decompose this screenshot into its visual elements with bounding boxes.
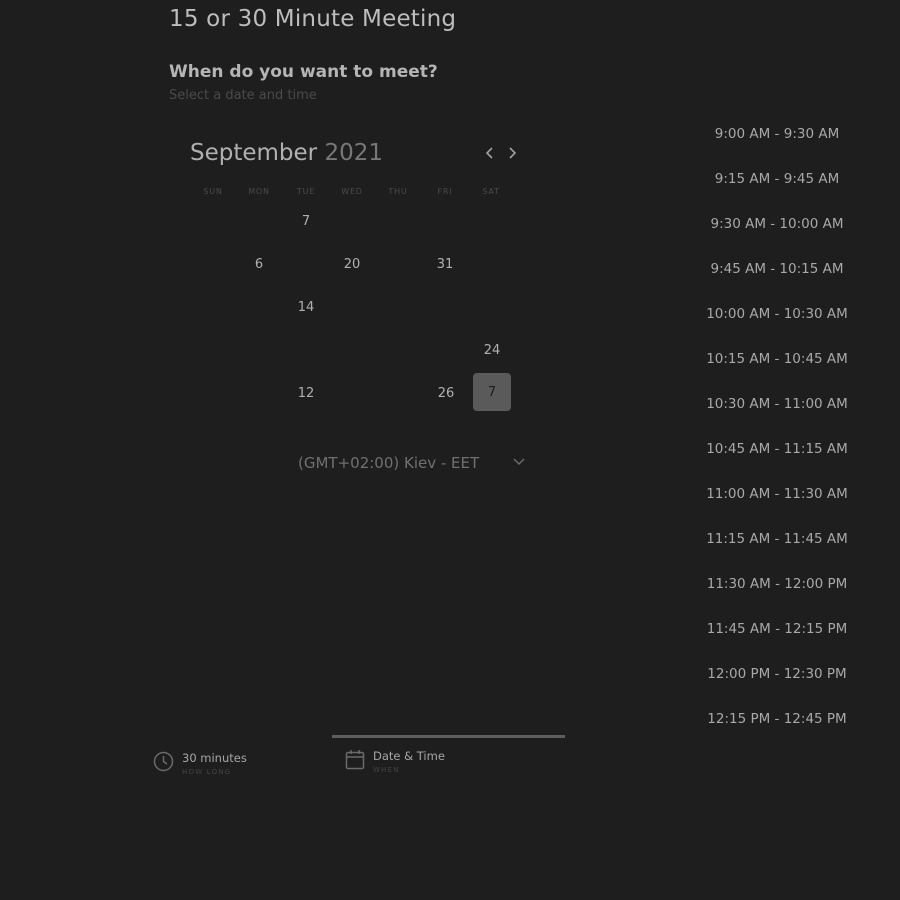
- time-slot[interactable]: 9:30 AM - 10:00 AM: [700, 210, 854, 238]
- previous-month-button[interactable]: [481, 144, 499, 162]
- calendar-day[interactable]: 7: [287, 202, 325, 240]
- weekday-sun: SUN: [203, 187, 223, 196]
- timezone-select[interactable]: (GMT+02:00) Kiev - EET: [298, 452, 530, 474]
- time-slot[interactable]: 10:00 AM - 10:30 AM: [700, 300, 854, 328]
- calendar-day[interactable]: 24: [473, 331, 511, 369]
- active-step-indicator: [332, 735, 565, 738]
- month-name: September: [190, 140, 318, 166]
- weekday-thu: THU: [388, 187, 408, 196]
- chevron-down-icon: [513, 458, 525, 466]
- weekday-mon: MON: [248, 187, 270, 196]
- scheduler-page: 15 or 30 Minute Meeting When do you want…: [0, 0, 900, 900]
- calendar-month-label: September 2021: [190, 140, 383, 166]
- time-slot[interactable]: 11:45 AM - 12:15 PM: [700, 615, 854, 643]
- calendar-day[interactable]: 26: [427, 374, 465, 412]
- time-slot[interactable]: 12:00 PM - 12:30 PM: [700, 660, 854, 688]
- timezone-label: (GMT+02:00) Kiev - EET: [298, 454, 480, 472]
- step-date-time[interactable]: Date & Time WHEN: [345, 749, 445, 774]
- time-slot[interactable]: 9:00 AM - 9:30 AM: [700, 120, 854, 148]
- section-heading: When do you want to meet?: [169, 62, 438, 82]
- calendar-day[interactable]: 31: [426, 245, 464, 283]
- weekday-sat: SAT: [482, 187, 500, 196]
- calendar-day[interactable]: 12: [287, 374, 325, 412]
- clock-icon: [153, 751, 174, 772]
- calendar-icon: [345, 750, 365, 770]
- time-slot[interactable]: 10:30 AM - 11:00 AM: [700, 390, 854, 418]
- time-slot[interactable]: 11:30 AM - 12:00 PM: [700, 570, 854, 598]
- date-time-label: Date & Time: [373, 749, 445, 763]
- time-slot[interactable]: 12:15 PM - 12:45 PM: [700, 705, 854, 733]
- time-slot[interactable]: 9:45 AM - 10:15 AM: [700, 255, 854, 283]
- calendar-day[interactable]: 14: [287, 288, 325, 326]
- chevron-right-icon: [509, 147, 517, 159]
- meeting-title: 15 or 30 Minute Meeting: [169, 6, 457, 32]
- next-month-button[interactable]: [503, 144, 521, 162]
- time-slot[interactable]: 11:00 AM - 11:30 AM: [700, 480, 854, 508]
- duration-label: 30 minutes: [182, 751, 247, 765]
- year-name: 2021: [324, 140, 383, 166]
- weekday-wed: WED: [341, 187, 363, 196]
- calendar-day[interactable]: 20: [333, 245, 371, 283]
- weekday-fri: FRI: [437, 187, 453, 196]
- section-subtitle: Select a date and time: [169, 88, 317, 103]
- step-duration[interactable]: 30 minutes HOW LONG: [153, 751, 247, 776]
- chevron-left-icon: [485, 147, 493, 159]
- date-time-sublabel: WHEN: [373, 766, 400, 774]
- time-slot[interactable]: 10:15 AM - 10:45 AM: [700, 345, 854, 373]
- weekday-tue: TUE: [296, 187, 316, 196]
- calendar-day-selected[interactable]: 7: [473, 373, 511, 411]
- time-slot[interactable]: 9:15 AM - 9:45 AM: [700, 165, 854, 193]
- time-slot[interactable]: 10:45 AM - 11:15 AM: [700, 435, 854, 463]
- calendar-day[interactable]: 6: [240, 245, 278, 283]
- time-slot[interactable]: 11:15 AM - 11:45 AM: [700, 525, 854, 553]
- duration-sublabel: HOW LONG: [182, 768, 232, 776]
